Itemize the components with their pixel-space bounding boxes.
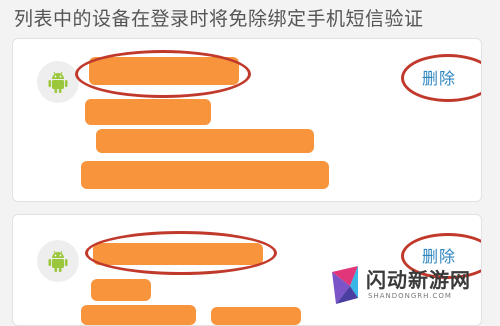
redacted-detail (96, 129, 314, 153)
android-icon (37, 240, 79, 282)
redacted-detail (91, 279, 151, 301)
redacted-detail (211, 307, 301, 325)
redacted-detail (81, 161, 329, 189)
site-watermark: 闪动新游网 SHANDONGRH.COM (328, 262, 500, 312)
delete-button[interactable]: 删除 (422, 65, 456, 89)
redacted-device-name (89, 57, 239, 85)
watermark-domain: SHANDONGRH.COM (368, 292, 452, 300)
watermark-brand: 闪动新游网 (366, 268, 471, 292)
device-card: 删除 (12, 38, 482, 202)
redacted-detail (85, 99, 211, 125)
redacted-device-name (93, 243, 263, 265)
watermark-logo-icon (332, 266, 358, 304)
page-description: 列表中的设备在登录时将免除绑定手机短信验证 (14, 8, 424, 30)
redacted-detail (81, 305, 196, 325)
android-icon (37, 61, 79, 103)
